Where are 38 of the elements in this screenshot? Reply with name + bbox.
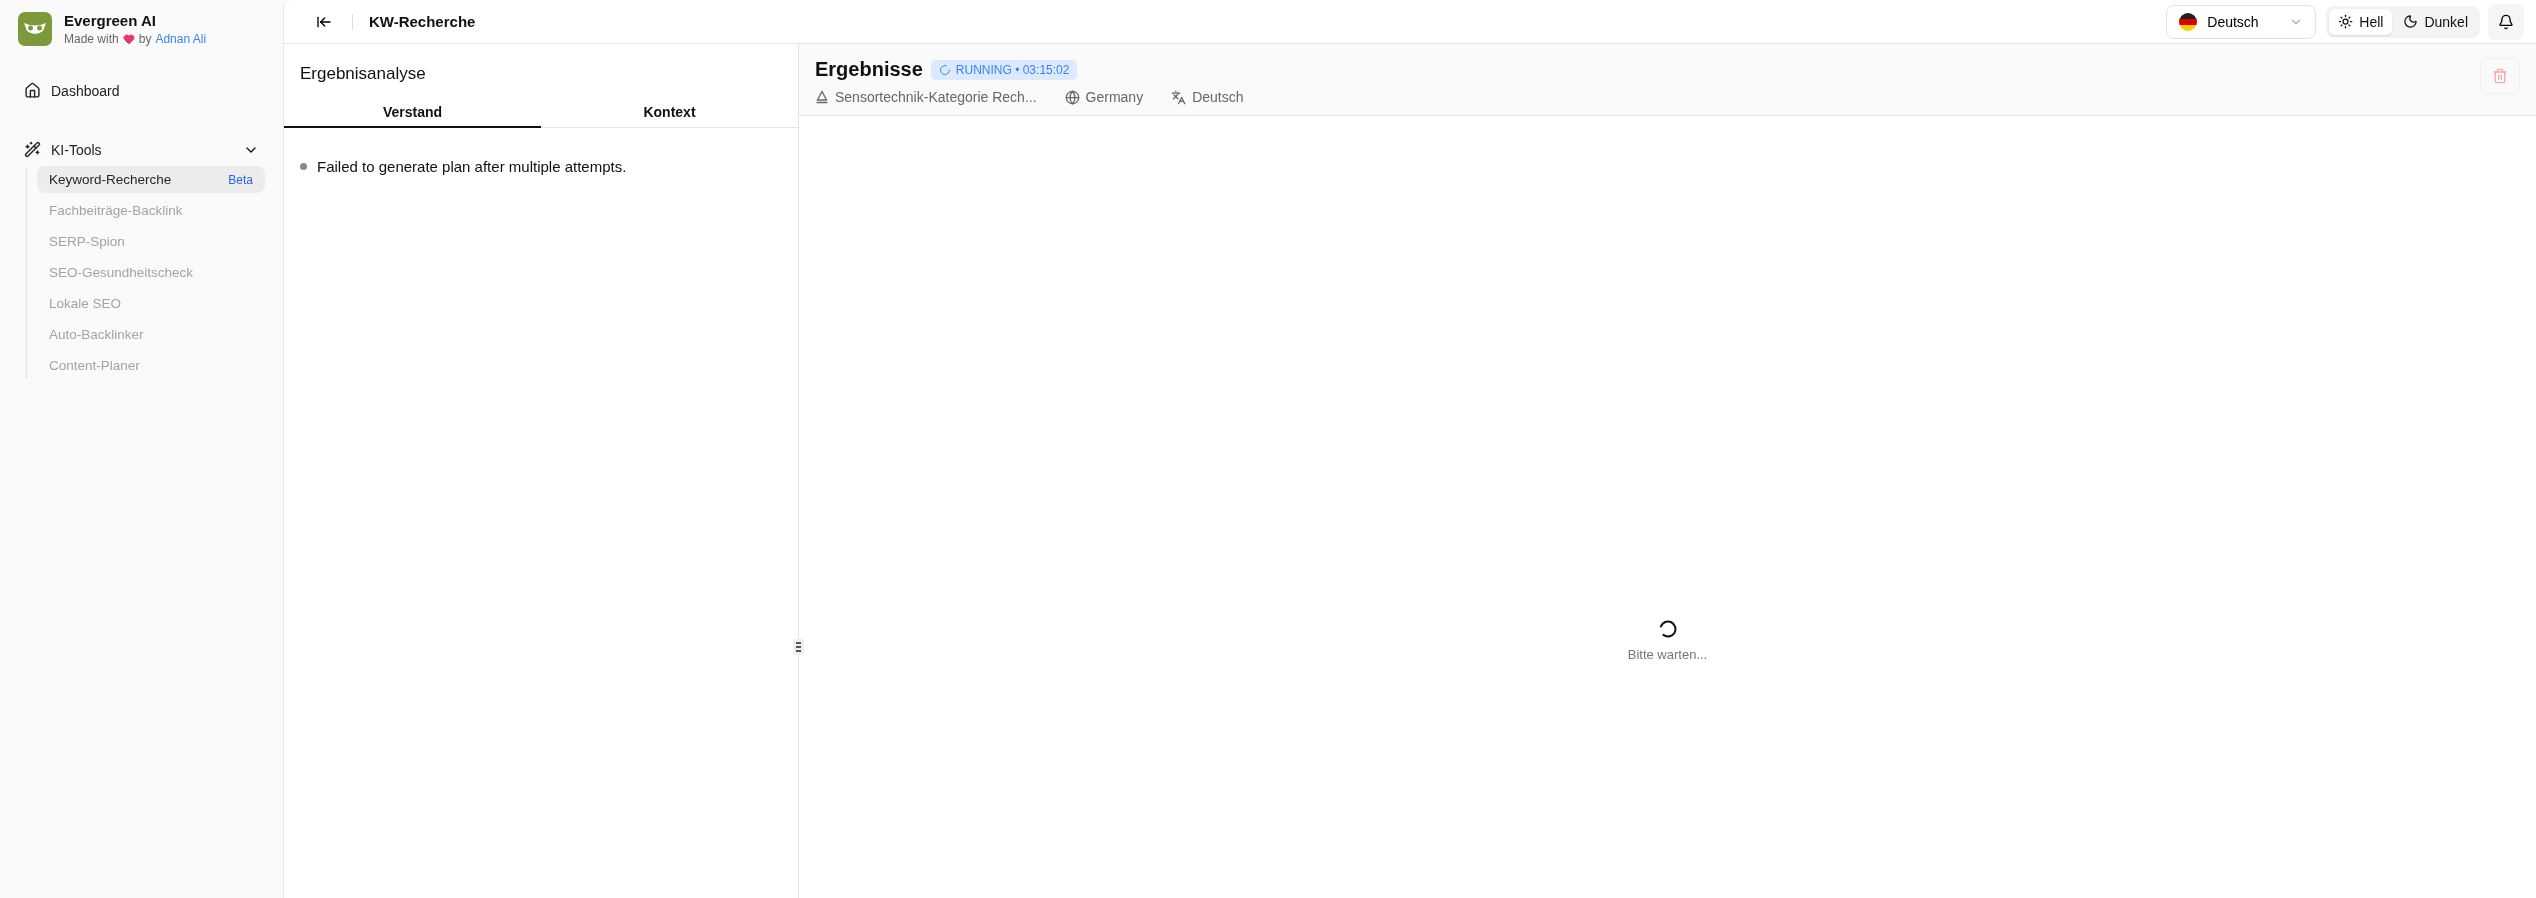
results-title: Ergebnisse [815,58,923,81]
meta-text: Sensortechnik-Kategorie Rech... [835,89,1037,105]
tab[interactable]: Kontext [541,96,798,128]
home-icon [24,82,41,99]
moon-icon [2403,14,2419,29]
bullet-icon [300,163,307,170]
sidebar-item[interactable]: Keyword-Recherche Beta [37,166,265,193]
owl-logo [18,12,52,46]
nav-group[interactable]: KI-Tools [18,133,265,166]
author-link[interactable]: Adnan Ali [155,32,207,46]
theme-button[interactable]: Dunkel [2394,8,2477,35]
tagline-text: Made with [64,32,119,46]
globe-icon [1064,89,1080,105]
nav-link[interactable]: Dashboard [18,74,265,107]
panel-title: Ergebnisanalyse [299,63,427,85]
group-label: KI-Tools [51,141,102,158]
heart-icon [122,33,135,45]
loading-text: Bitte warten... [1627,647,1708,662]
triangle-icon [815,90,829,104]
meta-text: Germany [1085,89,1144,105]
status-badge: RUNNING • 03:15:02 [930,59,1078,80]
sun-icon [2338,14,2354,29]
theme-button[interactable]: Hell [2329,8,2393,35]
tagline-text: by [138,32,152,46]
magic-wand-icon [24,141,41,158]
language-select[interactable]: Deutsch [2166,4,2317,39]
message-text: Failed to generate plan after multiple attempts. [317,158,627,175]
trash-icon [2492,68,2508,84]
notifications-button[interactable] [2488,3,2524,40]
bell-icon [2498,13,2514,30]
tab[interactable]: Verstand [284,96,541,128]
page-title: KW-Recherche [369,13,477,30]
translate-icon [1171,89,1187,105]
loader-icon [938,63,951,76]
meta-text: Deutsch [1192,89,1244,105]
resize-handle[interactable] [793,639,804,655]
app-name: Evergreen AI [64,12,157,29]
flag-icon [2179,12,2198,31]
